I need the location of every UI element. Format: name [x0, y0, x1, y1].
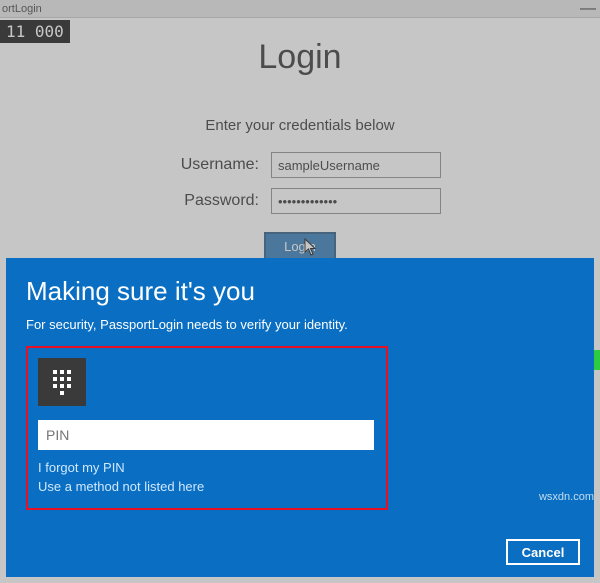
window-title-text: ortLogin — [2, 3, 42, 15]
username-label: Username: — [159, 156, 259, 174]
status-counter: 11 000 — [0, 20, 70, 43]
dialog-description: For security, PassportLogin needs to ver… — [26, 317, 574, 332]
pin-input[interactable] — [38, 420, 374, 450]
username-input[interactable] — [271, 152, 441, 178]
page-subtitle: Enter your credentials below — [0, 117, 600, 134]
highlight-annotation: I forgot my PIN Use a method not listed … — [26, 346, 388, 510]
password-label: Password: — [159, 192, 259, 210]
accent-edge — [594, 350, 600, 370]
login-form: Username: Password: Login — [0, 152, 600, 260]
mouse-cursor-icon — [304, 238, 318, 256]
dialog-heading: Making sure it's you — [26, 276, 574, 307]
cancel-button[interactable]: Cancel — [506, 539, 580, 565]
password-input[interactable] — [271, 188, 441, 214]
other-method-link[interactable]: Use a method not listed here — [38, 479, 376, 494]
page-title: Login — [0, 38, 600, 77]
username-row: Username: — [0, 152, 600, 178]
window-titlebar: ortLogin — [0, 0, 600, 18]
keypad-icon — [38, 358, 86, 406]
window-minimize-button[interactable]: — — [580, 0, 596, 18]
cancel-button-label: Cancel — [522, 545, 565, 560]
password-row: Password: — [0, 188, 600, 214]
login-button[interactable]: Login — [264, 232, 336, 260]
identity-verification-dialog: Making sure it's you For security, Passp… — [6, 258, 594, 577]
watermark-text: wsxdn.com — [539, 491, 594, 503]
forgot-pin-link[interactable]: I forgot my PIN — [38, 460, 376, 475]
